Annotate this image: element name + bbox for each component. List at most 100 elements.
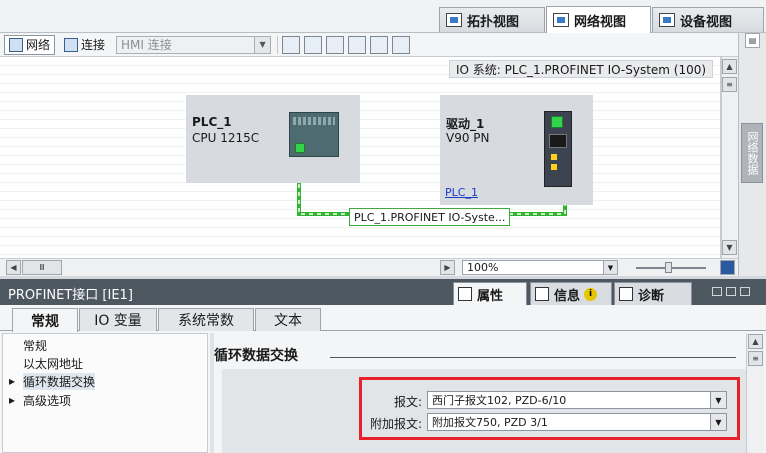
scroll-thumb[interactable]: ≡ — [748, 351, 763, 366]
drive-controller-link[interactable]: PLC_1 — [445, 186, 478, 199]
chevron-down-icon: ▼ — [254, 36, 271, 53]
restore-icon[interactable] — [712, 287, 722, 296]
extra-telegram-value: 附加报文750, PZD 3/1 — [432, 416, 548, 429]
telegram-value: 西门子报文102, PZD-6/10 — [432, 394, 567, 407]
show-devices-icon[interactable] — [304, 35, 323, 54]
network-button[interactable]: 网络 — [4, 34, 56, 55]
telegram-select[interactable]: 西门子报文102, PZD-6/10 ▼ — [427, 391, 727, 409]
minimize-icon[interactable] — [726, 287, 736, 296]
network-toolbar: 网络 连接 HMI 连接 ▼ — [0, 33, 738, 57]
overview-icon[interactable] — [370, 35, 389, 54]
tab-network-label: 网络视图 — [574, 14, 627, 30]
extra-telegram-select[interactable]: 附加报文750, PZD 3/1 ▼ — [427, 413, 727, 431]
nav-item-general[interactable]: 常规 — [23, 337, 47, 354]
drive-module-icon — [544, 111, 572, 187]
tab-topology-label: 拓扑视图 — [467, 14, 520, 30]
plc-device[interactable]: PLC_1 CPU 1215C — [186, 95, 360, 183]
side-tab-label: 网络数据 — [746, 131, 759, 175]
side-tab-network-data[interactable]: 网络数据 — [741, 123, 763, 183]
view-tabs: 拓扑视图 网络视图 设备视图 — [0, 0, 766, 33]
diagnostics-icon — [619, 287, 633, 301]
connection-type-select[interactable]: HMI 连接 ▼ — [116, 35, 272, 54]
drive-led-icon — [551, 154, 557, 160]
property-content: 循环数据交换 报文: 西门子报文102, PZD-6/10 ▼ 附加报文: 附加… — [214, 333, 746, 453]
subtab-texts[interactable]: 文本 — [255, 308, 321, 331]
subtab-io-tags[interactable]: IO 变量 — [79, 308, 157, 331]
subtab-texts-label: 文本 — [274, 313, 302, 329]
horizontal-scroll-thumb[interactable]: Ⅲ — [22, 260, 62, 275]
tab-info[interactable]: 信息 i — [530, 282, 612, 305]
address-table-icon[interactable] — [282, 35, 301, 54]
scroll-up-icon[interactable]: ▲ — [722, 59, 737, 74]
cyclic-data-panel: 报文: 西门子报文102, PZD-6/10 ▼ 附加报文: 附加报文750, … — [222, 369, 746, 453]
tab-diagnostics-label: 诊断 — [638, 288, 665, 304]
content-vertical-scrollbar[interactable]: ▲ ≡ — [746, 333, 764, 453]
network-canvas[interactable]: IO 系统: PLC_1.PROFINET IO-System (100) PL… — [0, 57, 721, 258]
zoom-slider-thumb[interactable] — [665, 262, 672, 273]
chevron-down-icon: ▼ — [710, 392, 726, 408]
tab-device-label: 设备视图 — [680, 14, 733, 30]
zoom-icon[interactable] — [392, 35, 411, 54]
info-tab-icon — [535, 287, 549, 301]
scroll-right-icon[interactable]: ▶ — [440, 260, 455, 275]
scroll-left-icon[interactable]: ◀ — [6, 260, 21, 275]
zoom-value: 100% — [467, 261, 499, 274]
tab-properties-label: 属性 — [477, 288, 504, 304]
plc-module-icon — [289, 112, 339, 157]
drive-status-icon — [551, 116, 563, 128]
network-icon — [553, 13, 569, 27]
nav-expand-icon[interactable]: ▸ — [9, 374, 15, 388]
connect-button[interactable]: 连接 — [59, 35, 110, 55]
tab-diagnostics[interactable]: 诊断 — [614, 282, 692, 305]
chevron-down-icon[interactable] — [740, 287, 750, 296]
drive-display-icon — [549, 134, 567, 148]
subtab-system-constants[interactable]: 系统常数 — [158, 308, 254, 331]
connection-type-value: HMI 连接 — [121, 38, 172, 52]
tab-topology-view[interactable]: 拓扑视图 — [439, 7, 545, 32]
inspector-body: 常规 IO 变量 系统常数 文本 常规 以太网地址 ▸ 循环数据交换 ▸ 高级选… — [0, 305, 766, 453]
layout-icon[interactable] — [326, 35, 345, 54]
nav-item-advanced-options[interactable]: 高级选项 — [23, 392, 71, 409]
canvas-vertical-scrollbar[interactable]: ▲ ≡ ▼ — [721, 57, 738, 258]
fit-view-icon[interactable] — [720, 260, 735, 275]
zoom-select[interactable]: 100% ▼ — [462, 260, 618, 275]
drive-device[interactable]: 驱动_1 V90 PN PLC_1 — [440, 95, 593, 205]
profinet-port-icon[interactable] — [295, 143, 305, 153]
scroll-up-icon[interactable]: ▲ — [748, 334, 763, 349]
tab-network-view[interactable]: 网络视图 — [546, 6, 651, 33]
extra-telegram-label: 附加报文: — [369, 417, 422, 431]
tab-properties[interactable]: 属性 — [453, 282, 527, 305]
topology-icon — [446, 13, 462, 27]
telegram-label: 报文: — [393, 395, 422, 409]
nav-item-ethernet-address[interactable]: 以太网地址 — [23, 355, 83, 372]
scroll-thumb[interactable]: ≡ — [722, 77, 737, 92]
section-title: 循环数据交换 — [214, 348, 298, 364]
properties-icon — [458, 287, 472, 301]
inspector-header: PROFINET接口 [IE1] 属性 信息 i 诊断 — [0, 279, 766, 305]
nav-item-cyclic-data-exchange[interactable]: 循环数据交换 — [23, 373, 96, 390]
chevron-down-icon: ▼ — [603, 261, 617, 274]
connect-icon — [64, 37, 79, 52]
scroll-down-icon[interactable]: ▼ — [722, 240, 737, 255]
section-divider — [330, 357, 736, 358]
info-icon: i — [584, 287, 598, 301]
tab-device-view[interactable]: 设备视图 — [652, 7, 764, 32]
drive-type: V90 PN — [446, 131, 490, 145]
plc-name: PLC_1 — [192, 115, 232, 129]
panel-icon[interactable]: ▤ — [745, 33, 760, 48]
connect-button-label: 连接 — [81, 38, 106, 52]
io-system-text: IO 系统: PLC_1.PROFINET IO-System (100) — [456, 62, 707, 77]
profinet-network-label[interactable]: PLC_1.PROFINET IO-Syste... — [349, 208, 511, 226]
subtab-io-tags-label: IO 变量 — [94, 313, 142, 329]
side-panel: ▤ 网络数据 — [738, 33, 766, 276]
toolbar-separator — [277, 35, 279, 54]
inspector-subtabs: 常规 IO 变量 系统常数 文本 — [0, 305, 766, 332]
property-nav-tree: 常规 以太网地址 ▸ 循环数据交换 ▸ 高级选项 — [2, 333, 208, 453]
inspector-window-controls[interactable] — [712, 287, 756, 297]
subtab-general[interactable]: 常规 — [12, 308, 78, 332]
drive-name: 驱动_1 — [446, 117, 485, 131]
io-system-label: IO 系统: PLC_1.PROFINET IO-System (100) — [449, 60, 714, 78]
tab-info-label: 信息 — [554, 288, 581, 304]
nav-expand-icon[interactable]: ▸ — [9, 393, 15, 407]
grid-icon[interactable] — [348, 35, 367, 54]
